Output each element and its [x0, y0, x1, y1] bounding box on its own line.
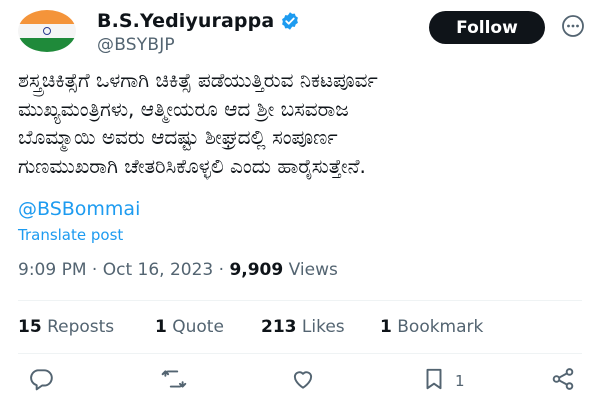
reply-icon	[28, 366, 54, 396]
post-text-line: ಗುಣಮುಖರಾಗಿ ಚೇತರಿಸಿಕೊಳ್ಳಲಿ ಎಂದು ಹಾರೈಸುತ್ತ…	[18, 153, 366, 178]
reposts-label: Reposts	[47, 317, 115, 337]
bookmarks-label: Bookmark	[397, 317, 484, 337]
user-handle[interactable]: @BSYBJP	[97, 35, 175, 55]
post-text: ಶಸ್ತ್ರಚಿಕಿತ್ಸೆಗೆ ಒಳಗಾಗಿ ಚಿಕಿತ್ಸೆ ಪಡೆಯುತ್…	[18, 66, 583, 180]
repost-icon	[160, 366, 188, 396]
quotes-label: Quote	[172, 317, 224, 337]
quotes-stat[interactable]: 1 Quote	[155, 317, 224, 337]
divider	[18, 353, 582, 354]
reposts-stat[interactable]: 15 Reposts	[18, 317, 114, 337]
post-date[interactable]: Oct 16, 2023	[103, 260, 214, 280]
likes-stat[interactable]: 213 Likes	[261, 317, 345, 337]
bookmark-count: 1	[455, 372, 465, 390]
post-text-line: ಮುಖ್ಯಮಂತ್ರಿಗಳು, ಆತ್ಮೀಯರೂ ಆದ ಶ್ರೀ ಬಸವರಾಜ	[18, 96, 349, 121]
flag-white-band	[18, 24, 76, 38]
author-name-row: B.S.Yediyurappa	[97, 10, 300, 32]
translate-post-link[interactable]: Translate post	[18, 226, 123, 244]
share-button[interactable]	[550, 366, 576, 396]
mention-link[interactable]: @BSBommai	[18, 198, 140, 220]
post-text-line: ಬೊಮ್ಮಾಯಿ ಅವರು ಆದಷ್ಟು ಶೀಘ್ರದಲ್ಲಿ ಸಂಪೂರ್ಣ	[18, 125, 338, 149]
divider	[18, 300, 582, 301]
post-text-line: ಶಸ್ತ್ರಚಿಕಿತ್ಸೆಗೆ ಒಳಗಾಗಿ ಚಿಕಿತ್ಸೆ ಪಡೆಯುತ್…	[18, 68, 378, 92]
display-name[interactable]: B.S.Yediyurappa	[97, 10, 274, 32]
like-icon	[290, 366, 316, 396]
reposts-count: 15	[18, 317, 42, 337]
bookmarks-stat[interactable]: 1 Bookmark	[380, 317, 483, 337]
post-meta: 9:09 PM · Oct 16, 2023 · 9,909 Views	[18, 260, 338, 280]
likes-count: 213	[261, 317, 297, 337]
bookmarks-count: 1	[380, 317, 392, 337]
like-button[interactable]	[290, 366, 316, 396]
bookmark-icon	[421, 366, 447, 396]
views-label: Views	[288, 260, 338, 280]
share-icon	[550, 366, 576, 396]
bookmark-button[interactable]: 1	[421, 366, 465, 396]
avatar[interactable]	[18, 10, 76, 52]
follow-button[interactable]: Follow	[429, 11, 545, 44]
ashoka-chakra-icon	[43, 27, 51, 35]
quotes-count: 1	[155, 317, 167, 337]
likes-label: Likes	[301, 317, 345, 337]
meta-separator: ·	[218, 260, 225, 280]
repost-button[interactable]	[160, 366, 188, 396]
meta-separator: ·	[91, 260, 98, 280]
post-time[interactable]: 9:09 PM	[18, 260, 87, 280]
more-options-icon[interactable]	[561, 14, 585, 42]
verified-badge-icon	[280, 11, 300, 31]
flag-saffron-band	[18, 10, 76, 24]
flag-green-band	[18, 38, 76, 52]
action-bar: 1	[0, 366, 600, 400]
reply-button[interactable]	[28, 366, 54, 396]
views-count: 9,909	[229, 260, 284, 280]
